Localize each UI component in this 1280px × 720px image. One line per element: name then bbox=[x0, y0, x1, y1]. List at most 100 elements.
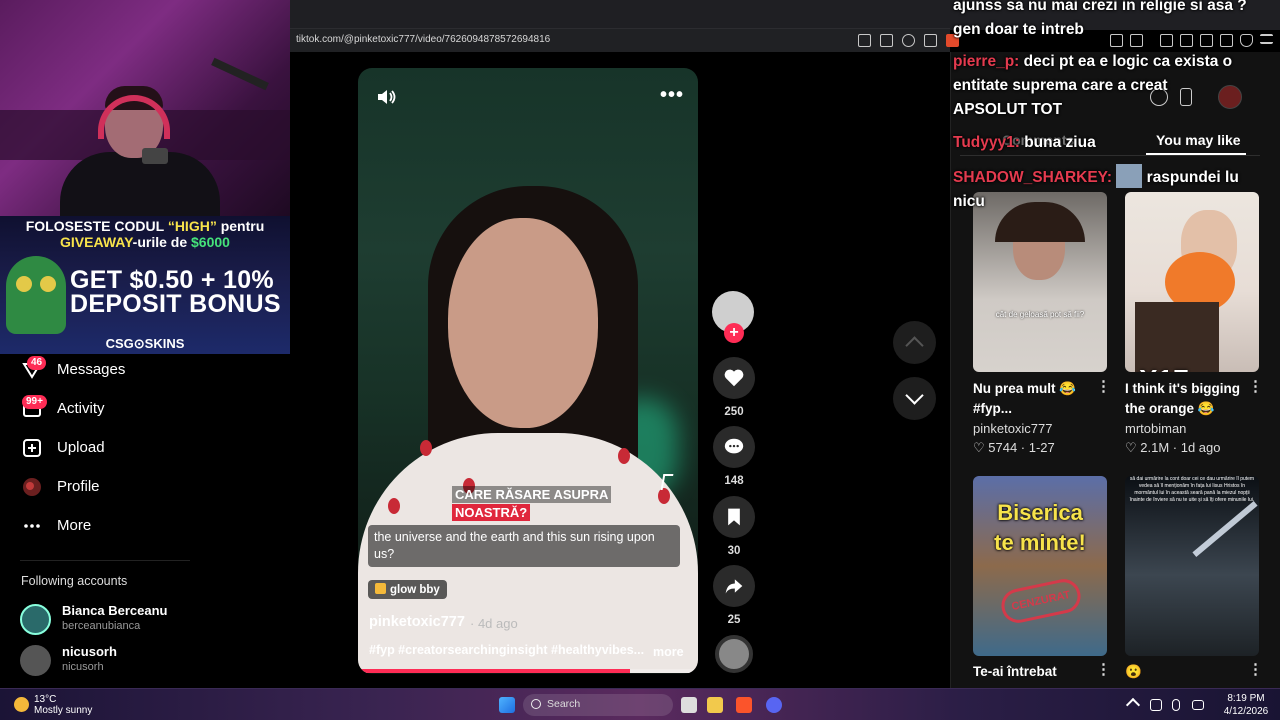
music-disc-icon[interactable] bbox=[715, 635, 753, 673]
meme-overlay bbox=[1135, 302, 1219, 372]
follow-plus-icon[interactable]: + bbox=[724, 323, 744, 343]
card-menu-icon[interactable]: ⋮ bbox=[1096, 377, 1111, 395]
nav-messages[interactable]: 46 Messages bbox=[20, 355, 200, 385]
phone-icon bbox=[142, 148, 168, 164]
leo-icon[interactable] bbox=[1220, 34, 1233, 47]
subject-face bbox=[448, 218, 598, 428]
chat-message: nicu bbox=[953, 193, 985, 210]
more-options-icon[interactable]: ••• bbox=[660, 84, 684, 107]
account-handle: nicusorh bbox=[62, 661, 104, 673]
video-caption-line-1: CARE RĂSARE ASUPRA bbox=[452, 486, 612, 503]
taskbar-search[interactable]: Search bbox=[523, 694, 673, 716]
card-menu-icon[interactable]: ⋮ bbox=[1096, 660, 1111, 678]
clock-date: 4/12/2026 bbox=[1223, 706, 1269, 717]
nav-profile[interactable]: Profile bbox=[20, 472, 200, 502]
weather-desc: Mostly sunny bbox=[34, 705, 93, 716]
windows-start-icon[interactable] bbox=[499, 697, 515, 713]
video-progress-bar[interactable] bbox=[358, 669, 698, 673]
share-button[interactable] bbox=[713, 565, 755, 607]
comment-action[interactable]: 148 bbox=[712, 426, 756, 487]
profile-avatar-icon[interactable] bbox=[1218, 85, 1242, 109]
windows-taskbar: Search bbox=[0, 688, 1280, 720]
share-icon[interactable] bbox=[924, 34, 937, 47]
account-name: nicusorh bbox=[62, 644, 117, 659]
sidebar-icon[interactable] bbox=[1180, 34, 1193, 47]
video-card-author[interactable]: mrtobiman bbox=[1125, 421, 1186, 436]
bonus-line-2: DEPOSIT BONUS bbox=[70, 290, 281, 318]
following-account[interactable]: nicusorh nicusorh bbox=[20, 641, 220, 681]
file-explorer-icon[interactable] bbox=[707, 697, 723, 713]
share-action[interactable]: 25 bbox=[712, 565, 756, 626]
plus-square-icon bbox=[23, 439, 41, 457]
video-posted-time: · 4d ago bbox=[470, 616, 518, 631]
more-link[interactable]: more bbox=[653, 645, 684, 659]
following-header: Following accounts bbox=[21, 574, 128, 588]
nav-activity[interactable]: 99+ Activity bbox=[20, 394, 200, 424]
translate-icon[interactable] bbox=[858, 34, 871, 47]
video-card-stats: ♡ 2.1M · 1d ago bbox=[1125, 440, 1221, 455]
card-menu-icon[interactable]: ⋮ bbox=[1248, 660, 1263, 678]
cast-icon[interactable] bbox=[880, 34, 893, 47]
censored-stamp: CENZURAT bbox=[998, 576, 1084, 626]
video-card-thumbnail[interactable]: cât de geloasă pot să fii? bbox=[973, 192, 1107, 372]
speaker-icon[interactable] bbox=[1150, 699, 1162, 711]
video-card-thumbnail[interactable]: X17 bbox=[1125, 192, 1259, 372]
nav-more[interactable]: More bbox=[20, 511, 200, 541]
like-button[interactable] bbox=[713, 357, 755, 399]
save-button[interactable] bbox=[713, 496, 755, 538]
music-icon[interactable] bbox=[1160, 34, 1173, 47]
reader-icon[interactable] bbox=[1130, 34, 1143, 47]
wallet-icon[interactable] bbox=[1200, 34, 1213, 47]
chevron-up-icon bbox=[905, 336, 924, 355]
avatar bbox=[20, 604, 51, 635]
nav-label: Activity bbox=[57, 400, 105, 417]
previous-video-button[interactable] bbox=[893, 321, 936, 364]
taskbar-clock[interactable]: 8:19 PM 4/12/2026 bbox=[1216, 692, 1276, 718]
menu-icon[interactable] bbox=[1260, 34, 1273, 44]
comment-button[interactable] bbox=[713, 426, 755, 468]
sound-tag[interactable]: glow bby bbox=[368, 580, 447, 599]
video-card-title[interactable]: I think it's bigging the orange 😂 bbox=[1125, 379, 1249, 419]
nav-divider bbox=[20, 560, 190, 561]
video-card-title[interactable]: 😮 bbox=[1125, 662, 1249, 682]
video-player[interactable]: ••• CARE RĂSARE ASUPRA NOASTRĂ? the univ… bbox=[358, 68, 698, 674]
video-card-stats: ♡ 5744 · 1-27 bbox=[973, 440, 1055, 455]
network-icon[interactable] bbox=[1192, 700, 1204, 710]
save-action[interactable]: 30 bbox=[712, 496, 756, 557]
chevron-up-icon[interactable] bbox=[1125, 697, 1141, 713]
shirt-dot bbox=[618, 448, 630, 464]
url-text[interactable]: tiktok.com/@pinketoxic777/video/76260948… bbox=[296, 34, 550, 45]
like-action[interactable]: 250 bbox=[712, 357, 756, 418]
video-progress-fill bbox=[358, 669, 630, 673]
zoom-icon[interactable] bbox=[902, 34, 915, 47]
video-hashtags[interactable]: #fyp #creatorsearchinginsight #healthyvi… bbox=[369, 643, 649, 657]
sound-icon bbox=[375, 583, 386, 594]
account-name: Bianca Berceanu bbox=[62, 603, 168, 618]
tab-you-may-like[interactable]: You may like bbox=[1156, 132, 1241, 148]
discord-icon[interactable] bbox=[766, 697, 782, 713]
brave-browser-icon[interactable] bbox=[736, 697, 752, 713]
video-card-thumbnail[interactable]: Biserica te minte! CENZURAT bbox=[973, 476, 1107, 656]
promo-line-1: FOLOSESTE CODUL “HIGH” pentru bbox=[25, 218, 265, 234]
video-author[interactable]: pinketoxic777 bbox=[369, 614, 465, 630]
nav-label: Upload bbox=[57, 439, 105, 456]
address-bar[interactable]: tiktok.com/@pinketoxic777/video/76260948… bbox=[290, 28, 959, 52]
mascot-eye bbox=[16, 276, 32, 292]
task-view-icon[interactable] bbox=[681, 697, 697, 713]
chat-message: ajunss sa nu mai crezi in religie si asa… bbox=[953, 0, 1247, 14]
following-account[interactable]: Bianca Berceanu berceanubianca bbox=[20, 600, 220, 640]
next-video-button[interactable] bbox=[893, 377, 936, 420]
video-card-author[interactable]: pinketoxic777 bbox=[973, 421, 1053, 436]
card-menu-icon[interactable]: ⋮ bbox=[1248, 377, 1263, 395]
extension-icon[interactable] bbox=[1110, 34, 1123, 47]
video-card-title[interactable]: Nu prea mult 😂 #fyp... bbox=[973, 379, 1097, 419]
volume-icon[interactable] bbox=[376, 88, 398, 106]
video-card-thumbnail[interactable]: să dai urmărire la cont doar cei ce dau … bbox=[1125, 476, 1259, 656]
microphone-icon[interactable] bbox=[1172, 699, 1180, 711]
tabs-divider bbox=[960, 155, 1260, 156]
video-card-title[interactable]: Te-ai întrebat bbox=[973, 662, 1097, 682]
chat-message: gen doar te intreb bbox=[953, 21, 1084, 38]
device-icon[interactable] bbox=[1180, 88, 1192, 106]
vpn-icon[interactable] bbox=[1240, 34, 1253, 47]
nav-upload[interactable]: Upload bbox=[20, 433, 200, 463]
